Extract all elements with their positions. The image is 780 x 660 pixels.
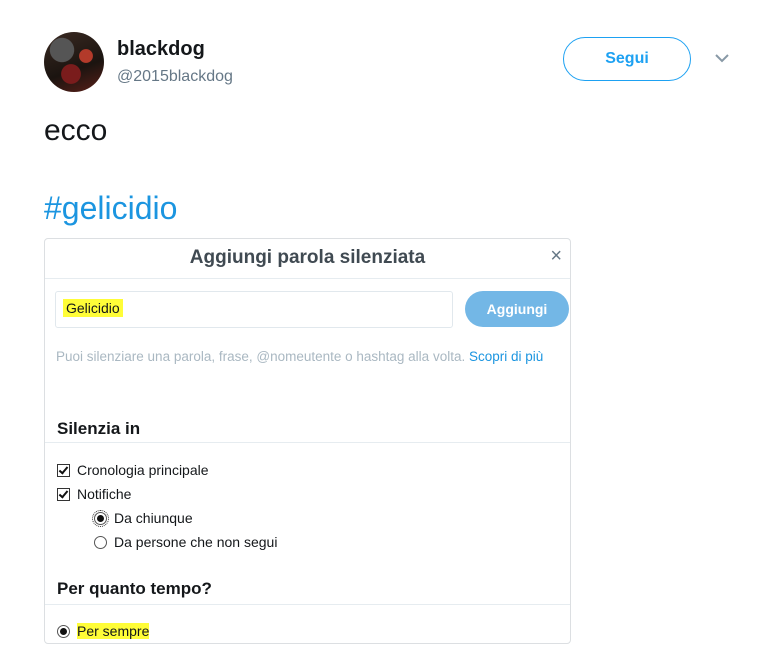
- mute-word-input[interactable]: Gelicidio: [55, 291, 453, 328]
- tweet-text: ecco: [44, 114, 108, 147]
- divider: [45, 442, 570, 443]
- input-value: Gelicidio: [63, 299, 123, 317]
- option-notifications[interactable]: Notifiche: [57, 486, 131, 502]
- help-description: Puoi silenziare una parola, frase, @nome…: [56, 349, 466, 364]
- hashtag-link[interactable]: #gelicidio: [44, 190, 177, 227]
- follow-button[interactable]: Segui: [563, 37, 691, 81]
- option-label: Cronologia principale: [77, 462, 209, 478]
- checkbox-checked-icon[interactable]: [57, 487, 70, 501]
- option-from-anyone[interactable]: Da chiunque: [92, 509, 193, 527]
- radio-selected-icon[interactable]: [92, 509, 109, 527]
- mute-word-dialog: Aggiungi parola silenziata × Gelicidio A…: [44, 238, 571, 644]
- divider: [45, 604, 570, 605]
- option-home-timeline[interactable]: Cronologia principale: [57, 462, 209, 478]
- add-button[interactable]: Aggiungi: [465, 291, 569, 327]
- dialog-title: Aggiungi parola silenziata: [189, 247, 426, 268]
- duration-heading: Per quanto tempo?: [57, 579, 212, 598]
- option-from-not-following[interactable]: Da persone che non segui: [94, 534, 277, 550]
- help-text: Puoi silenziare una parola, frase, @nome…: [56, 346, 556, 368]
- option-label: Per sempre: [77, 623, 150, 639]
- mute-in-heading: Silenzia in: [57, 419, 141, 438]
- user-handle[interactable]: @2015blackdog: [117, 68, 233, 86]
- radio-selected-icon[interactable]: [57, 624, 70, 638]
- option-forever[interactable]: Per sempre: [57, 623, 150, 639]
- option-label: Da chiunque: [114, 510, 193, 526]
- option-label: Da persone che non segui: [114, 534, 278, 550]
- checkbox-checked-icon[interactable]: [57, 463, 70, 477]
- close-icon[interactable]: ×: [550, 245, 562, 268]
- chevron-down-icon[interactable]: [714, 52, 730, 64]
- option-label: Notifiche: [77, 486, 132, 502]
- learn-more-link[interactable]: Scopri di più: [469, 349, 543, 364]
- avatar[interactable]: [44, 32, 104, 92]
- user-name[interactable]: blackdog: [117, 38, 205, 61]
- divider: [45, 278, 570, 279]
- radio-unselected-icon[interactable]: [94, 535, 107, 549]
